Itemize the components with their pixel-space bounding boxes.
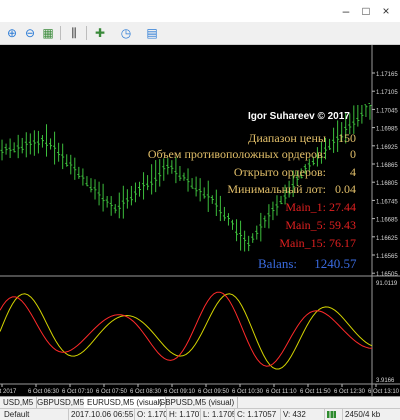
- info-value: 76.17: [329, 236, 356, 250]
- time-label: 6 Oct 09:10: [164, 389, 196, 395]
- tab-eurusd-m5-visual[interactable]: EURUSD,M5 (visual): [84, 397, 167, 408]
- info-label: Диапазон цены: [248, 131, 326, 145]
- status-close: C: 1.17057: [234, 409, 281, 420]
- info-value: 59.43: [329, 218, 356, 232]
- info-value: 27.44: [329, 200, 356, 214]
- price-label: 1.16565: [376, 254, 398, 260]
- info-value: 0: [350, 147, 356, 161]
- templates-icon[interactable]: ▤: [144, 25, 160, 41]
- window-titlebar: – □ ×: [0, 0, 400, 22]
- time-label: 6 Oct 10:30: [232, 389, 264, 395]
- indicator-max-label: 91.0119: [376, 281, 398, 287]
- tab-gbpusd-m5-visual[interactable]: GBPUSD,M5 (visual): [156, 397, 239, 408]
- chart-toolbar: ⊕ ⊖ ▦ ⫼ ✚ ◷ ▤: [0, 22, 400, 45]
- price-label: 1.17105: [376, 90, 398, 96]
- time-label: 6 Oct 07:50: [96, 389, 128, 395]
- status-profile: Default: [4, 410, 30, 419]
- balance-label: Balans:: [258, 256, 297, 271]
- price-chart[interactable]: 1.17165 1.17105 1.17045 1.16985 1.16925 1.168…: [0, 45, 400, 396]
- status-open: O: 1.17079: [134, 409, 167, 420]
- zoom-in-icon[interactable]: ⊕: [4, 25, 20, 41]
- price-label: 1.16865: [376, 163, 398, 169]
- price-label: 1.17045: [376, 108, 398, 114]
- price-label: 1.16685: [376, 218, 398, 224]
- time-label: 6 Oct 11:50: [300, 389, 331, 395]
- balance-value: 1240.57: [314, 256, 357, 271]
- time-label: 6 Oct 09:50: [198, 389, 230, 395]
- balance-line: Balans: 1240.57: [258, 256, 357, 272]
- status-high: H: 1.17079: [166, 409, 201, 420]
- status-datetime: 2017.10.06 06:55: [68, 409, 135, 420]
- time-label: Oct 2017: [0, 389, 17, 395]
- tile-windows-icon[interactable]: ▦: [40, 25, 56, 41]
- status-bar: Default 2017.10.06 06:55 O: 1.17079 H: 1…: [0, 408, 400, 420]
- price-label: 1.16985: [376, 127, 398, 133]
- info-label: Main_15:: [279, 236, 326, 250]
- price-label: 1.16925: [376, 145, 398, 151]
- time-label: 6 Oct 12:30: [334, 389, 366, 395]
- time-label: 6 Oct 11:10: [266, 389, 297, 395]
- indicator-min-label: 3.9166: [376, 378, 395, 384]
- price-label: 1.16805: [376, 181, 398, 187]
- price-label: 1.16745: [376, 199, 398, 205]
- stochastic-signal-line: [0, 291, 373, 367]
- zoom-out-icon[interactable]: ⊖: [22, 25, 38, 41]
- info-label: Main_5:: [285, 218, 326, 232]
- toolbar-separator: [86, 26, 87, 40]
- info-label: Main_1:: [285, 200, 326, 214]
- info-value: 0.04: [335, 182, 356, 196]
- status-low: L: 1.17050: [200, 409, 235, 420]
- period-separators-icon[interactable]: ⫼: [66, 25, 82, 41]
- stochastic-main-line: [0, 293, 373, 370]
- indicators-icon[interactable]: ✚: [92, 25, 108, 41]
- info-label: Открыто ордеров:: [233, 165, 326, 179]
- author-label: Igor Suhareev © 2017: [248, 111, 350, 122]
- status-traffic: 2450/4 kb: [342, 409, 400, 420]
- price-label: 1.16625: [376, 236, 398, 242]
- info-label: Минимальный лот:: [227, 182, 326, 196]
- status-connection-icon: [324, 409, 343, 420]
- period-clock-icon[interactable]: ◷: [118, 25, 134, 41]
- maximize-button[interactable]: □: [358, 3, 374, 19]
- time-label: 6 Oct 06:30: [28, 389, 60, 395]
- status-volume: V: 432: [280, 409, 325, 420]
- price-label: 1.17165: [376, 72, 398, 78]
- time-label: 6 Oct 13:10: [368, 389, 400, 395]
- time-label: 6 Oct 08:30: [130, 389, 162, 395]
- time-label: 6 Oct 07:10: [62, 389, 94, 395]
- chart-tabs: USD,M5 GBPUSD,M5 EURUSD,M5 (visual) GBPU…: [0, 396, 400, 408]
- tab-gbpusd-m5[interactable]: GBPUSD,M5: [34, 397, 89, 408]
- close-button[interactable]: ×: [378, 3, 394, 19]
- price-label: 1.16505: [376, 272, 398, 278]
- toolbar-separator: [60, 26, 61, 40]
- info-value: 4: [350, 165, 356, 179]
- info-value: 150: [338, 131, 356, 145]
- minimize-button[interactable]: –: [338, 3, 354, 19]
- info-label: Объем противоположных ордеров:: [147, 147, 326, 161]
- tab-usd-m5[interactable]: USD,M5: [0, 397, 38, 408]
